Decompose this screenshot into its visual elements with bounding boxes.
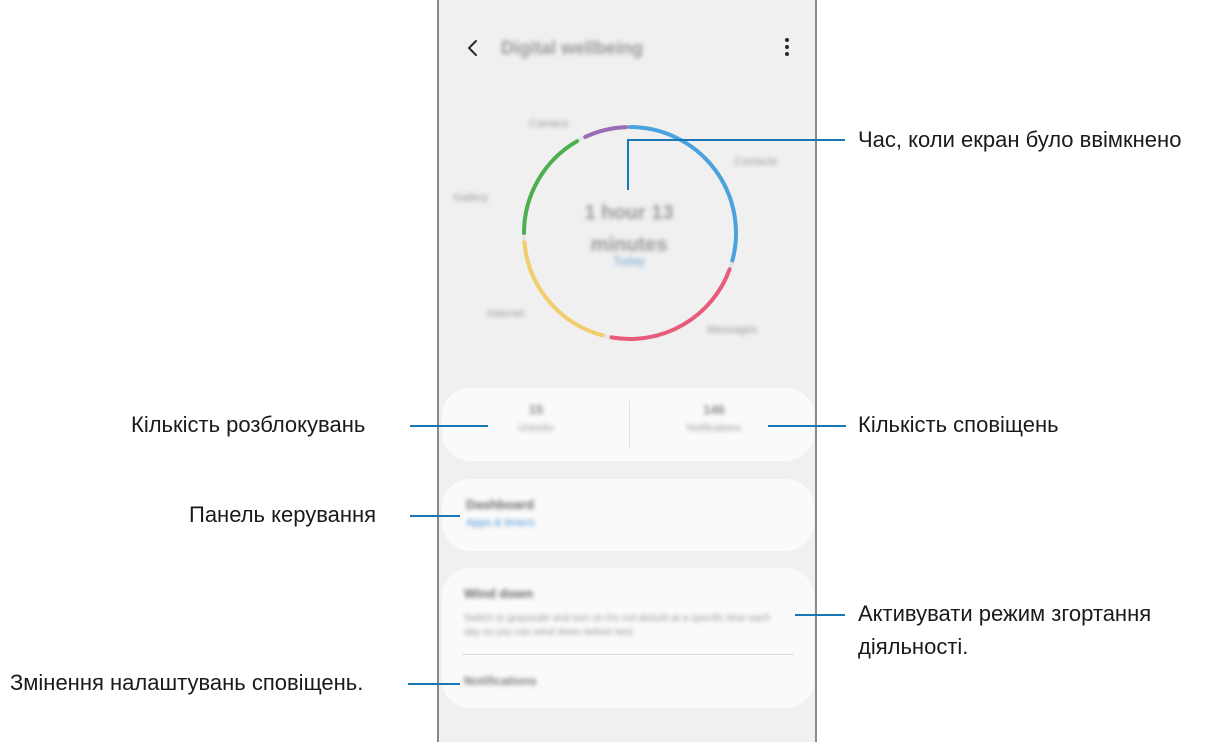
- dashboard-subtitle: Apps & timers: [466, 517, 535, 529]
- dashboard-title: Dashboard: [466, 497, 534, 512]
- phone-screen: Digital wellbeing 1 hour 13 minutes Toda…: [437, 0, 817, 742]
- wind-down-description: Switch to grayscale and turn on Do not d…: [464, 613, 771, 638]
- callout-wind-down-line2: діяльності.: [858, 634, 969, 659]
- wind-down-title[interactable]: Wind down: [464, 586, 533, 601]
- notifications-settings-row[interactable]: Notifications: [464, 674, 537, 688]
- callout-line-wind-down: [795, 614, 845, 616]
- unlocks-value: 15: [528, 402, 544, 417]
- callout-notif-settings: Змінення налаштувань сповіщень.: [10, 670, 364, 695]
- today-link[interactable]: Today: [559, 254, 699, 268]
- more-options-icon[interactable]: [783, 38, 791, 60]
- callout-line-screen-time-vertical: [627, 140, 629, 190]
- ring-segment-contacts: [583, 125, 629, 139]
- callout-line-screen-time: [627, 139, 845, 141]
- app-label-internet: Internet: [487, 308, 525, 320]
- dashboard-card[interactable]: Dashboard Apps & timers: [442, 479, 814, 551]
- app-bar: Digital wellbeing: [439, 26, 815, 70]
- back-arrow-icon[interactable]: [461, 36, 485, 60]
- app-label-camera: Camera: [529, 118, 569, 130]
- notifications-value: 146: [703, 402, 725, 417]
- callout-line-notif-settings: [408, 683, 460, 685]
- screen-time-value: 1 hour 13 minutes: [584, 202, 674, 256]
- callout-screen-time: Час, коли екран було ввімкнено: [858, 127, 1182, 152]
- wind-down-card: Wind down Switch to grayscale and turn o…: [442, 568, 814, 708]
- notifications-label: Notifications: [686, 423, 742, 434]
- callout-wind-down-line1: Активувати режим згортання: [858, 601, 1152, 626]
- callout-notifications: Кількість сповіщень: [858, 412, 1059, 437]
- stats-card: 15 Unlocks 146 Notifications: [442, 388, 814, 461]
- app-label-gallery: Gallery: [453, 192, 488, 204]
- callout-line-unlocks: [410, 425, 488, 427]
- page-title: Digital wellbeing: [501, 38, 644, 58]
- unlocks-stat[interactable]: 15 Unlocks: [476, 402, 596, 434]
- stats-divider: [629, 401, 630, 449]
- callout-line-dashboard: [410, 515, 460, 517]
- callout-unlocks: Кількість розблокувань: [131, 412, 366, 437]
- app-label-messages: Messages: [707, 324, 758, 336]
- unlocks-label: Unlocks: [518, 423, 554, 434]
- wind-down-divider: [462, 654, 794, 655]
- app-label-contacts: Contacts: [734, 156, 778, 168]
- callout-line-notifications: [768, 425, 846, 427]
- callout-dashboard: Панель керування: [189, 502, 377, 527]
- notifications-stat[interactable]: 146 Notifications: [654, 402, 774, 434]
